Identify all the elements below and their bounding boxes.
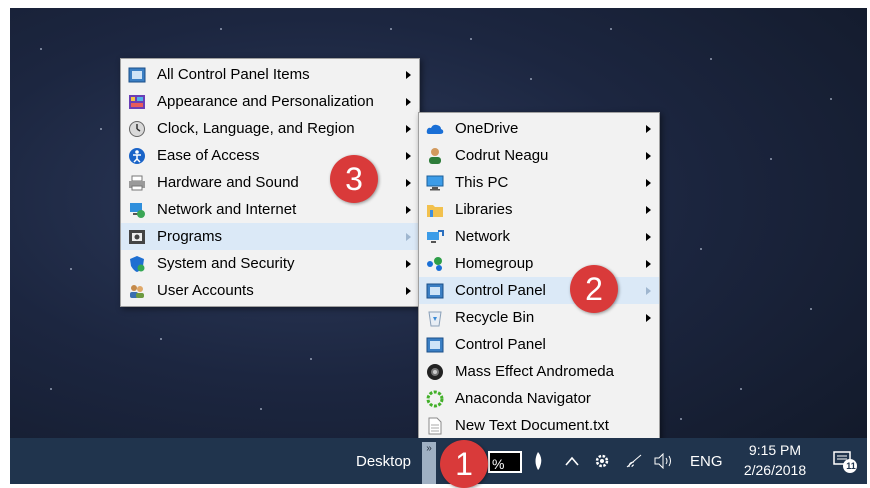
network-icon: [425, 227, 445, 247]
toolbar-chevron-button[interactable]: »: [422, 442, 436, 484]
clock-time: 9:15 PM: [748, 442, 802, 458]
user-icon: [425, 146, 445, 166]
submenu-arrow-icon: [406, 259, 411, 268]
taskbar: Desktop » % ENG 9:15 PM 2/26/2018 11: [10, 438, 867, 484]
printer-icon: [127, 173, 147, 193]
menu-item-mass-effect-andromeda[interactable]: Mass Effect Andromeda: [419, 358, 659, 385]
annotation-badge-2: 2: [570, 265, 618, 313]
annotation-badge-3: 3: [330, 155, 378, 203]
monitor-icon: [425, 173, 445, 193]
submenu-arrow-icon: [406, 178, 411, 187]
menu-item-user-accounts[interactable]: User Accounts: [121, 277, 419, 304]
control-panel-icon: [425, 281, 445, 301]
ease-of-access-icon: [127, 146, 147, 166]
annotation-badge-1: 1: [440, 440, 488, 488]
submenu-arrow-icon: [406, 97, 411, 106]
recycle-bin-icon: [425, 308, 445, 328]
action-center-icon[interactable]: 11: [833, 450, 859, 479]
submenu-arrow-icon: [406, 151, 411, 160]
appearance-icon: [127, 92, 147, 112]
menu-item-system-security[interactable]: System and Security: [121, 250, 419, 277]
menu-item-appearance[interactable]: Appearance and Personalization: [121, 88, 419, 115]
desktop-toolbar-label[interactable]: Desktop: [356, 438, 411, 484]
clock[interactable]: 9:15 PM 2/26/2018: [738, 440, 812, 480]
text-file-icon: [425, 416, 445, 436]
menu-item-onedrive[interactable]: OneDrive: [419, 115, 659, 142]
clock-icon: [127, 119, 147, 139]
clock-date: 2/26/2018: [743, 462, 807, 478]
menu-item-control-panel-shortcut[interactable]: Control Panel: [419, 331, 659, 358]
menu-item-all-control-panel-items[interactable]: All Control Panel Items: [121, 61, 419, 88]
menu-item-homegroup[interactable]: Homegroup: [419, 250, 659, 277]
notification-count: 11: [846, 461, 856, 471]
submenu-arrow-icon: [646, 232, 651, 241]
submenu-arrow-icon: [406, 232, 411, 241]
submenu-arrow-icon: [406, 70, 411, 79]
submenu-arrow-icon: [406, 124, 411, 133]
menu-item-network-internet[interactable]: Network and Internet: [121, 196, 419, 223]
language-indicator[interactable]: ENG: [690, 438, 723, 484]
shield-icon: [127, 254, 147, 274]
menu-item-this-pc[interactable]: This PC: [419, 169, 659, 196]
chevron-up-icon[interactable]: [565, 438, 579, 484]
users-icon: [127, 281, 147, 301]
menu-item-ease-of-access[interactable]: Ease of Access: [121, 142, 419, 169]
submenu-arrow-icon: [406, 286, 411, 295]
menu-item-programs[interactable]: Programs: [121, 223, 419, 250]
menu-item-new-text-document[interactable]: New Text Document.txt: [419, 412, 659, 439]
battery-indicator[interactable]: %: [488, 451, 522, 473]
submenu-arrow-icon: [646, 124, 651, 133]
submenu-arrow-icon: [646, 205, 651, 214]
homegroup-icon: [425, 254, 445, 274]
feather-icon[interactable]: [532, 438, 544, 484]
menu-item-recycle-bin[interactable]: Recycle Bin: [419, 304, 659, 331]
submenu-arrow-icon: [646, 313, 651, 322]
wifi-icon[interactable]: [625, 438, 643, 484]
anaconda-icon: [425, 389, 445, 409]
submenu-arrow-icon: [646, 151, 651, 160]
control-panel-icon: [127, 65, 147, 85]
programs-icon: [127, 227, 147, 247]
menu-item-control-panel[interactable]: Control Panel: [419, 277, 659, 304]
control-panel-icon: [425, 335, 445, 355]
submenu-arrow-icon: [646, 259, 651, 268]
game-icon: [425, 362, 445, 382]
submenu-arrow-icon: [646, 178, 651, 187]
volume-icon[interactable]: [653, 438, 675, 484]
submenu-arrow-icon: [646, 286, 651, 295]
menu-item-libraries[interactable]: Libraries: [419, 196, 659, 223]
menu-item-network[interactable]: Network: [419, 223, 659, 250]
desktop-toolbar-menu: OneDrive Codrut Neagu This PC Libraries …: [418, 112, 660, 442]
onedrive-icon: [425, 119, 445, 139]
network-globe-icon: [127, 200, 147, 220]
menu-item-codrut-neagu[interactable]: Codrut Neagu: [419, 142, 659, 169]
menu-item-clock-language-region[interactable]: Clock, Language, and Region: [121, 115, 419, 142]
folder-icon: [425, 200, 445, 220]
menu-item-anaconda-navigator[interactable]: Anaconda Navigator: [419, 385, 659, 412]
gear-app-icon[interactable]: [593, 438, 611, 484]
submenu-arrow-icon: [406, 205, 411, 214]
